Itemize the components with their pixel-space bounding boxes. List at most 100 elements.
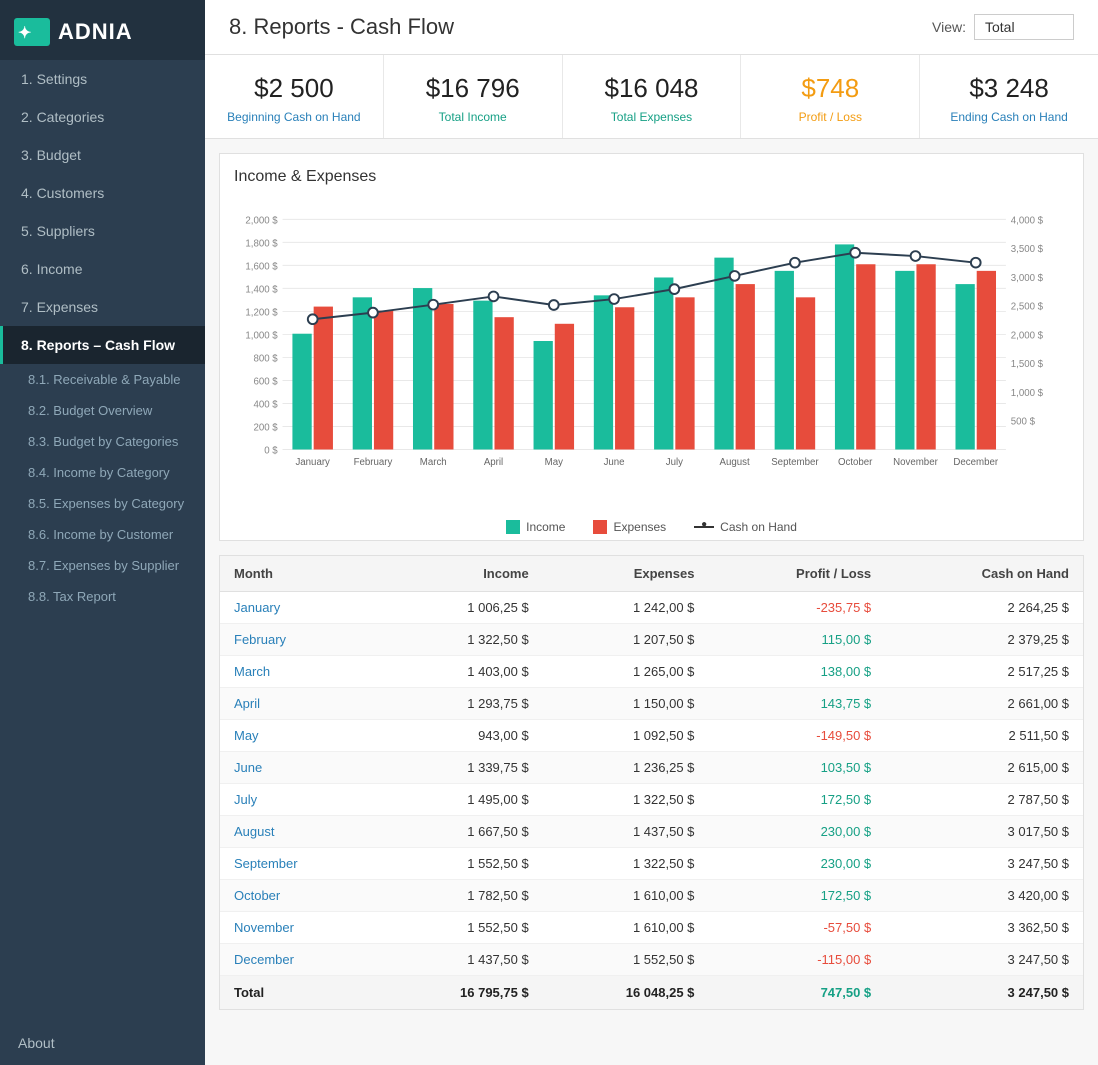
kpi-row: $2 500Beginning Cash on Hand$16 796Total… (205, 55, 1098, 139)
sidebar-item-expenses[interactable]: 7. Expenses (0, 288, 205, 326)
svg-text:January: January (295, 457, 330, 468)
sidebar-sub-item[interactable]: 8.7. Expenses by Supplier (0, 550, 205, 581)
table-cell: February (220, 624, 377, 656)
svg-text:February: February (354, 457, 393, 468)
sidebar-sub-item[interactable]: 8.1. Receivable & Payable (0, 364, 205, 395)
col-cash: Cash on Hand (885, 556, 1083, 592)
table-cell: -115,00 $ (708, 944, 885, 976)
table-cell: 2 379,25 $ (885, 624, 1083, 656)
svg-text:✦: ✦ (18, 25, 31, 42)
table-cell: 103,50 $ (708, 752, 885, 784)
table-cell: -149,50 $ (708, 720, 885, 752)
svg-text:December: December (953, 457, 998, 468)
table-cell: August (220, 816, 377, 848)
table-cell: 2 787,50 $ (885, 784, 1083, 816)
svg-text:800 $: 800 $ (253, 353, 278, 364)
chart-container: 0 $200 $400 $600 $800 $1,000 $1,200 $1,4… (234, 194, 1069, 514)
table-cell: 3 247,50 $ (885, 944, 1083, 976)
sidebar-item-suppliers[interactable]: 5. Suppliers (0, 212, 205, 250)
table-cell: 1 667,50 $ (377, 816, 543, 848)
kpi-value-1: $16 796 (404, 73, 542, 104)
table-row: December1 437,50 $1 552,50 $-115,00 $3 2… (220, 944, 1083, 976)
chart-section: Income & Expenses 0 $200 $400 $600 $800 … (219, 153, 1084, 541)
main-content: 8. Reports - Cash Flow View: Total Month… (205, 0, 1098, 1065)
table-cell: 172,50 $ (708, 880, 885, 912)
table-cell: 2 517,25 $ (885, 656, 1083, 688)
view-label: View: (932, 19, 966, 35)
table-cell: 1 236,25 $ (543, 752, 709, 784)
table-cell: 1 552,50 $ (377, 912, 543, 944)
sidebar: ✦ ADNIA 1. Settings2. Categories3. Budge… (0, 0, 205, 1065)
svg-text:0 $: 0 $ (264, 445, 278, 456)
table-cell: July (220, 784, 377, 816)
income-color-box (506, 520, 520, 534)
table-cell: 1 339,75 $ (377, 752, 543, 784)
legend-cash: Cash on Hand (694, 520, 797, 534)
table-cell: September (220, 848, 377, 880)
table-cell: 1 150,00 $ (543, 688, 709, 720)
nav-items: 1. Settings2. Categories3. Budget4. Cust… (0, 60, 205, 612)
kpi-label-0: Beginning Cash on Hand (225, 110, 363, 124)
data-table: Month Income Expenses Profit / Loss Cash… (220, 556, 1083, 1009)
table-cell: 1 782,50 $ (377, 880, 543, 912)
footer-cell: 16 048,25 $ (543, 976, 709, 1010)
sidebar-item-categories[interactable]: 2. Categories (0, 98, 205, 136)
col-income: Income (377, 556, 543, 592)
table-cell: 1 242,00 $ (543, 592, 709, 624)
kpi-label-2: Total Expenses (583, 110, 721, 124)
sidebar-sub-item[interactable]: 8.5. Expenses by Category (0, 488, 205, 519)
col-profit: Profit / Loss (708, 556, 885, 592)
legend-income: Income (506, 520, 565, 534)
table-row: September1 552,50 $1 322,50 $230,00 $3 2… (220, 848, 1083, 880)
table-row: October1 782,50 $1 610,00 $172,50 $3 420… (220, 880, 1083, 912)
svg-text:September: September (771, 457, 819, 468)
sidebar-sub-item[interactable]: 8.3. Budget by Categories (0, 426, 205, 457)
legend-cash-label: Cash on Hand (720, 520, 797, 534)
sidebar-sub-item[interactable]: 8.4. Income by Category (0, 457, 205, 488)
table-row: February1 322,50 $1 207,50 $115,00 $2 37… (220, 624, 1083, 656)
svg-text:4,000 $: 4,000 $ (1011, 215, 1044, 226)
col-month: Month (220, 556, 377, 592)
footer-cell: 16 795,75 $ (377, 976, 543, 1010)
table-body: January1 006,25 $1 242,00 $-235,75 $2 26… (220, 592, 1083, 976)
table-row: August1 667,50 $1 437,50 $230,00 $3 017,… (220, 816, 1083, 848)
sidebar-item-budget[interactable]: 3. Budget (0, 136, 205, 174)
sidebar-item-reports-cashflow[interactable]: 8. Reports – Cash Flow (0, 326, 205, 364)
kpi-card-4: $3 248 Ending Cash on Hand (920, 55, 1098, 138)
table-footer-row: Total16 795,75 $16 048,25 $747,50 $3 247… (220, 976, 1083, 1010)
page-title: 8. Reports - Cash Flow (229, 14, 932, 40)
svg-text:200 $: 200 $ (253, 422, 278, 433)
footer-cell: 747,50 $ (708, 976, 885, 1010)
table-cell: October (220, 880, 377, 912)
sidebar-item-income[interactable]: 6. Income (0, 250, 205, 288)
kpi-value-4: $3 248 (940, 73, 1078, 104)
kpi-label-4: Ending Cash on Hand (940, 110, 1078, 124)
logo-text: ADNIA (58, 19, 133, 45)
svg-text:1,000 $: 1,000 $ (1011, 388, 1044, 399)
svg-text:3,500 $: 3,500 $ (1011, 244, 1044, 255)
table-cell: 1 207,50 $ (543, 624, 709, 656)
svg-text:400 $: 400 $ (253, 399, 278, 410)
view-select[interactable]: Total Monthly (974, 14, 1074, 40)
table-cell: 1 265,00 $ (543, 656, 709, 688)
table-cell: 2 615,00 $ (885, 752, 1083, 784)
table-cell: 1 552,50 $ (377, 848, 543, 880)
table-cell: -235,75 $ (708, 592, 885, 624)
svg-text:July: July (666, 457, 683, 468)
table-cell: 1 403,00 $ (377, 656, 543, 688)
sidebar-item-settings[interactable]: 1. Settings (0, 60, 205, 98)
table-cell: 115,00 $ (708, 624, 885, 656)
svg-text:1,000 $: 1,000 $ (245, 330, 278, 341)
table-cell: 1 610,00 $ (543, 880, 709, 912)
sidebar-sub-item[interactable]: 8.2. Budget Overview (0, 395, 205, 426)
legend-expenses-label: Expenses (613, 520, 666, 534)
expenses-color-box (593, 520, 607, 534)
sidebar-sub-item[interactable]: 8.6. Income by Customer (0, 519, 205, 550)
sidebar-item-customers[interactable]: 4. Customers (0, 174, 205, 212)
col-expenses: Expenses (543, 556, 709, 592)
table-cell: 143,75 $ (708, 688, 885, 720)
sidebar-sub-item[interactable]: 8.8. Tax Report (0, 581, 205, 612)
table-cell: April (220, 688, 377, 720)
table-cell: 230,00 $ (708, 848, 885, 880)
about-link[interactable]: About (0, 1021, 205, 1065)
